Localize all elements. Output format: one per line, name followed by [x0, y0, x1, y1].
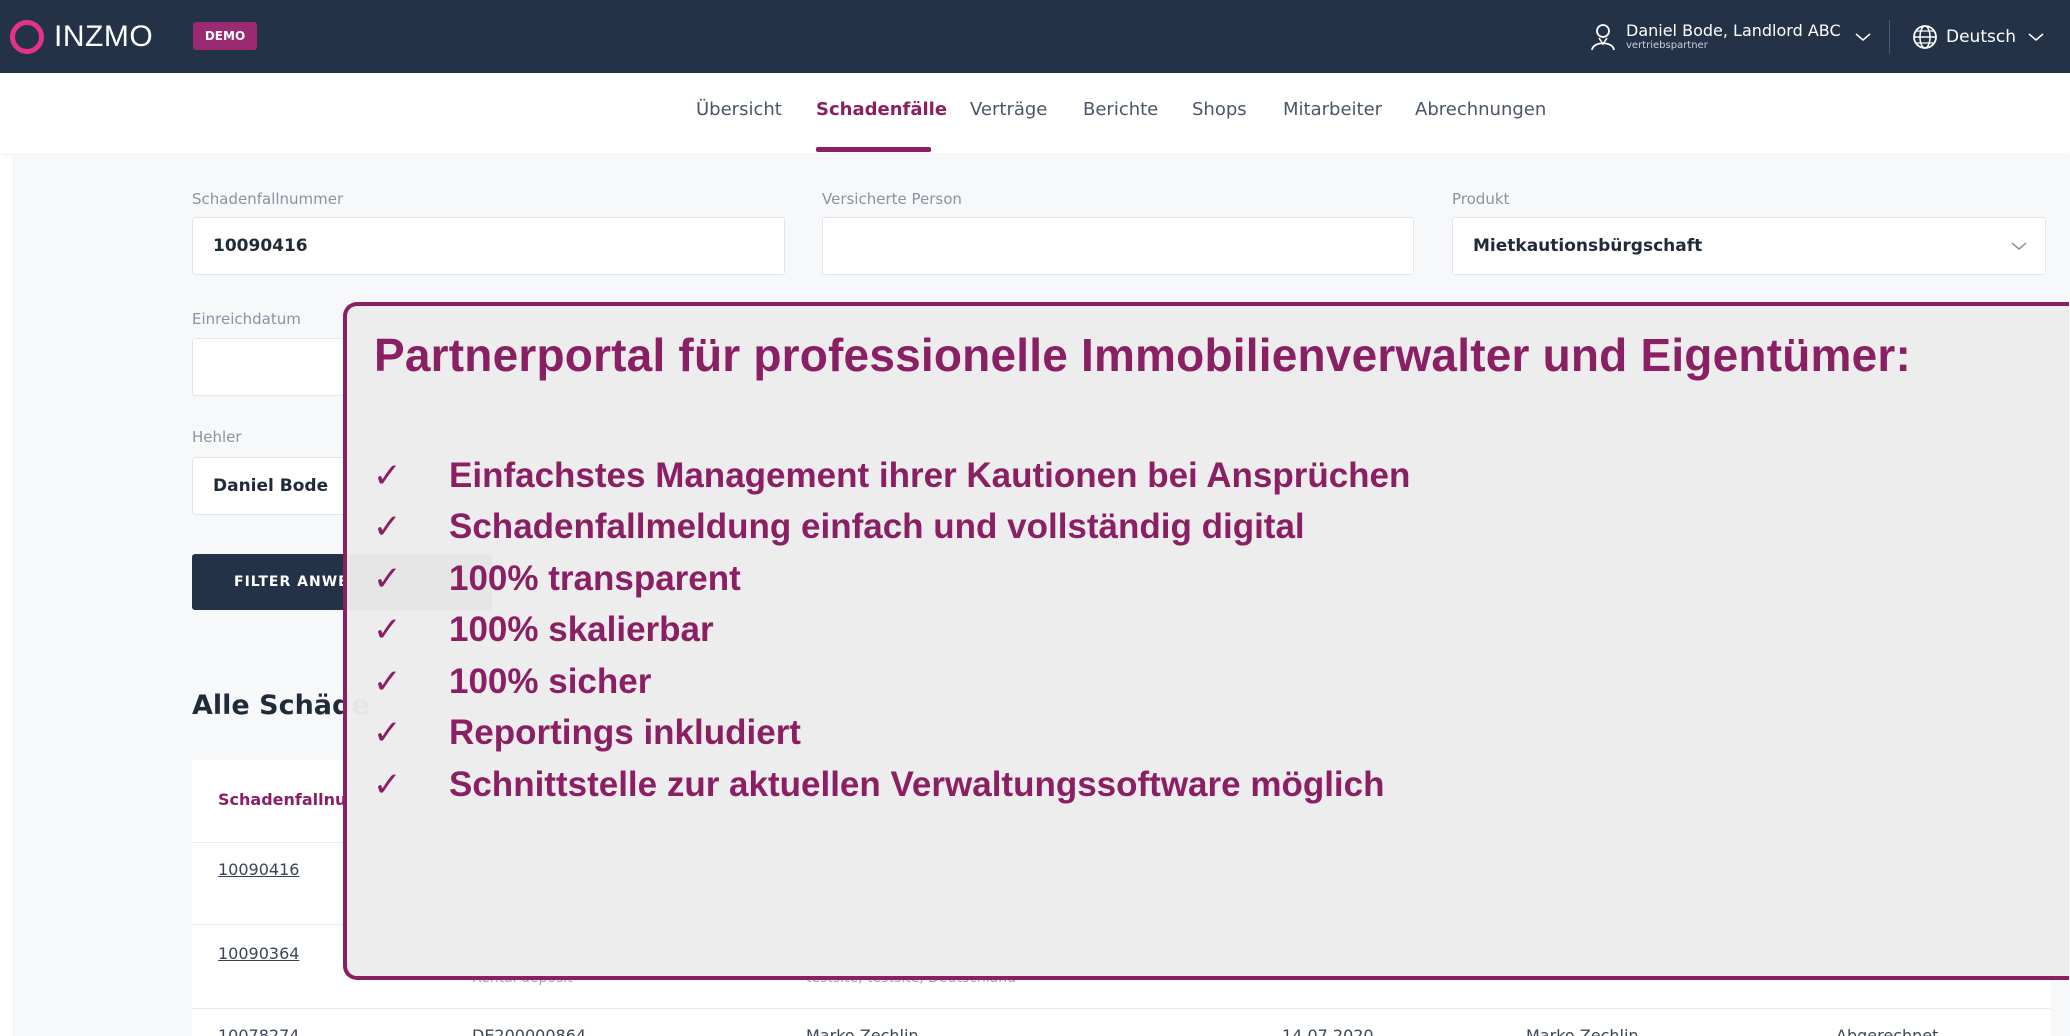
chevron-down-icon: [2028, 33, 2044, 41]
claim-policy: DE200000864: [472, 1026, 587, 1036]
promo-feature-list: ✓ Einfachstes Management ihrer Kautionen…: [373, 450, 1410, 811]
claim-reporter: Marko Zechlin: [1526, 1026, 1639, 1036]
promo-feature-item: ✓ Schnittstelle zur aktuellen Verwaltung…: [373, 759, 1410, 811]
logo-text: INZMO: [54, 20, 154, 53]
product-selected-value: Mietkautionsbürgschaft: [1473, 236, 1703, 256]
promo-feature-item: ✓ 100% transparent: [373, 553, 1410, 605]
promo-feature-item: ✓ 100% skalierbar: [373, 605, 1410, 657]
main-navigation: Übersicht Schadenfälle Verträge Berichte…: [0, 73, 2070, 153]
promo-feature-text: 100% sicher: [449, 661, 652, 701]
promo-feature-text: Schadenfallmeldung einfach und vollständ…: [449, 507, 1305, 547]
checkmark-icon: ✓: [373, 558, 402, 599]
checkmark-icon: ✓: [373, 610, 402, 651]
language-selector[interactable]: Deutsch: [1912, 20, 2044, 54]
claim-date: 14.07.2020: [1282, 1026, 1374, 1036]
claim-number-link[interactable]: 10090364: [218, 944, 299, 963]
column-header-claim-number[interactable]: Schadenfallnu: [218, 790, 346, 809]
insured-person-label: Versicherte Person: [822, 190, 962, 208]
checkmark-icon: ✓: [373, 713, 402, 754]
promo-feature-text: 100% transparent: [449, 558, 741, 598]
tab-shops[interactable]: Shops: [1192, 99, 1247, 120]
checkmark-icon: ✓: [373, 455, 402, 496]
claim-status: Abgerechnet: [1836, 1026, 1939, 1036]
promo-feature-text: Einfachstes Management ihrer Kautionen b…: [449, 455, 1411, 495]
user-role: vertriebspartner: [1626, 40, 1708, 52]
claim-number-link[interactable]: 10078274: [218, 1026, 299, 1036]
tab-uebersicht[interactable]: Übersicht: [696, 99, 782, 120]
promo-feature-item: ✓ Reportings inkludiert: [373, 708, 1410, 760]
active-tab-indicator: [816, 147, 931, 152]
inzmo-logo[interactable]: INZMO: [10, 16, 153, 58]
promo-feature-text: 100% skalierbar: [449, 610, 714, 650]
product-select[interactable]: Mietkautionsbürgschaft: [1452, 217, 2046, 275]
claim-number-label: Schadenfallnummer: [192, 190, 344, 208]
tab-schadenfaelle[interactable]: Schadenfälle: [816, 99, 947, 120]
demo-badge: DEMO: [193, 22, 257, 50]
promo-feature-text: Schnittstelle zur aktuellen Verwaltungss…: [449, 764, 1385, 804]
promo-feature-item: ✓ Einfachstes Management ihrer Kautionen…: [373, 450, 1410, 502]
promo-feature-item: ✓ Schadenfallmeldung einfach und vollstä…: [373, 502, 1410, 554]
chevron-down-icon: [1855, 33, 1871, 41]
user-icon: [1591, 24, 1615, 51]
globe-icon: [1913, 25, 1937, 49]
user-name: Daniel Bode, Landlord ABC: [1626, 21, 1841, 41]
top-bar: INZMO DEMO Daniel Bode, Landlord ABC ver…: [0, 0, 2070, 73]
claim-number-link[interactable]: 10090416: [218, 860, 299, 879]
checkmark-icon: ✓: [373, 764, 402, 805]
promo-feature-text: Reportings inkludiert: [449, 713, 801, 753]
logo-ring-icon: [10, 20, 44, 54]
header-divider: [1889, 20, 1890, 54]
language-label: Deutsch: [1946, 27, 2016, 47]
tab-berichte[interactable]: Berichte: [1083, 99, 1158, 120]
insured-person-input[interactable]: [822, 217, 1414, 275]
user-menu[interactable]: Daniel Bode, Landlord ABC vertriebspartn…: [1590, 18, 1871, 56]
chevron-down-icon: [2011, 242, 2027, 250]
tab-vertraege[interactable]: Verträge: [970, 99, 1047, 120]
submission-date-label: Einreichdatum: [192, 310, 301, 328]
claim-person: Marko Zechlin: [806, 1026, 919, 1036]
promo-title: Partnerportal für professionelle Immobil…: [374, 329, 1912, 381]
checkmark-icon: ✓: [373, 661, 402, 702]
reporter-label: Hehler: [192, 428, 242, 446]
product-label: Produkt: [1452, 190, 1510, 208]
promo-feature-item: ✓ 100% sicher: [373, 656, 1410, 708]
tab-abrechnungen[interactable]: Abrechnungen: [1415, 99, 1546, 120]
promo-overlay: Partnerportal für professionelle Immobil…: [343, 302, 2069, 980]
row-divider: [192, 1008, 2050, 1009]
claim-number-input[interactable]: 10090416: [192, 217, 785, 275]
tab-mitarbeiter[interactable]: Mitarbeiter: [1283, 99, 1382, 120]
checkmark-icon: ✓: [373, 507, 402, 548]
